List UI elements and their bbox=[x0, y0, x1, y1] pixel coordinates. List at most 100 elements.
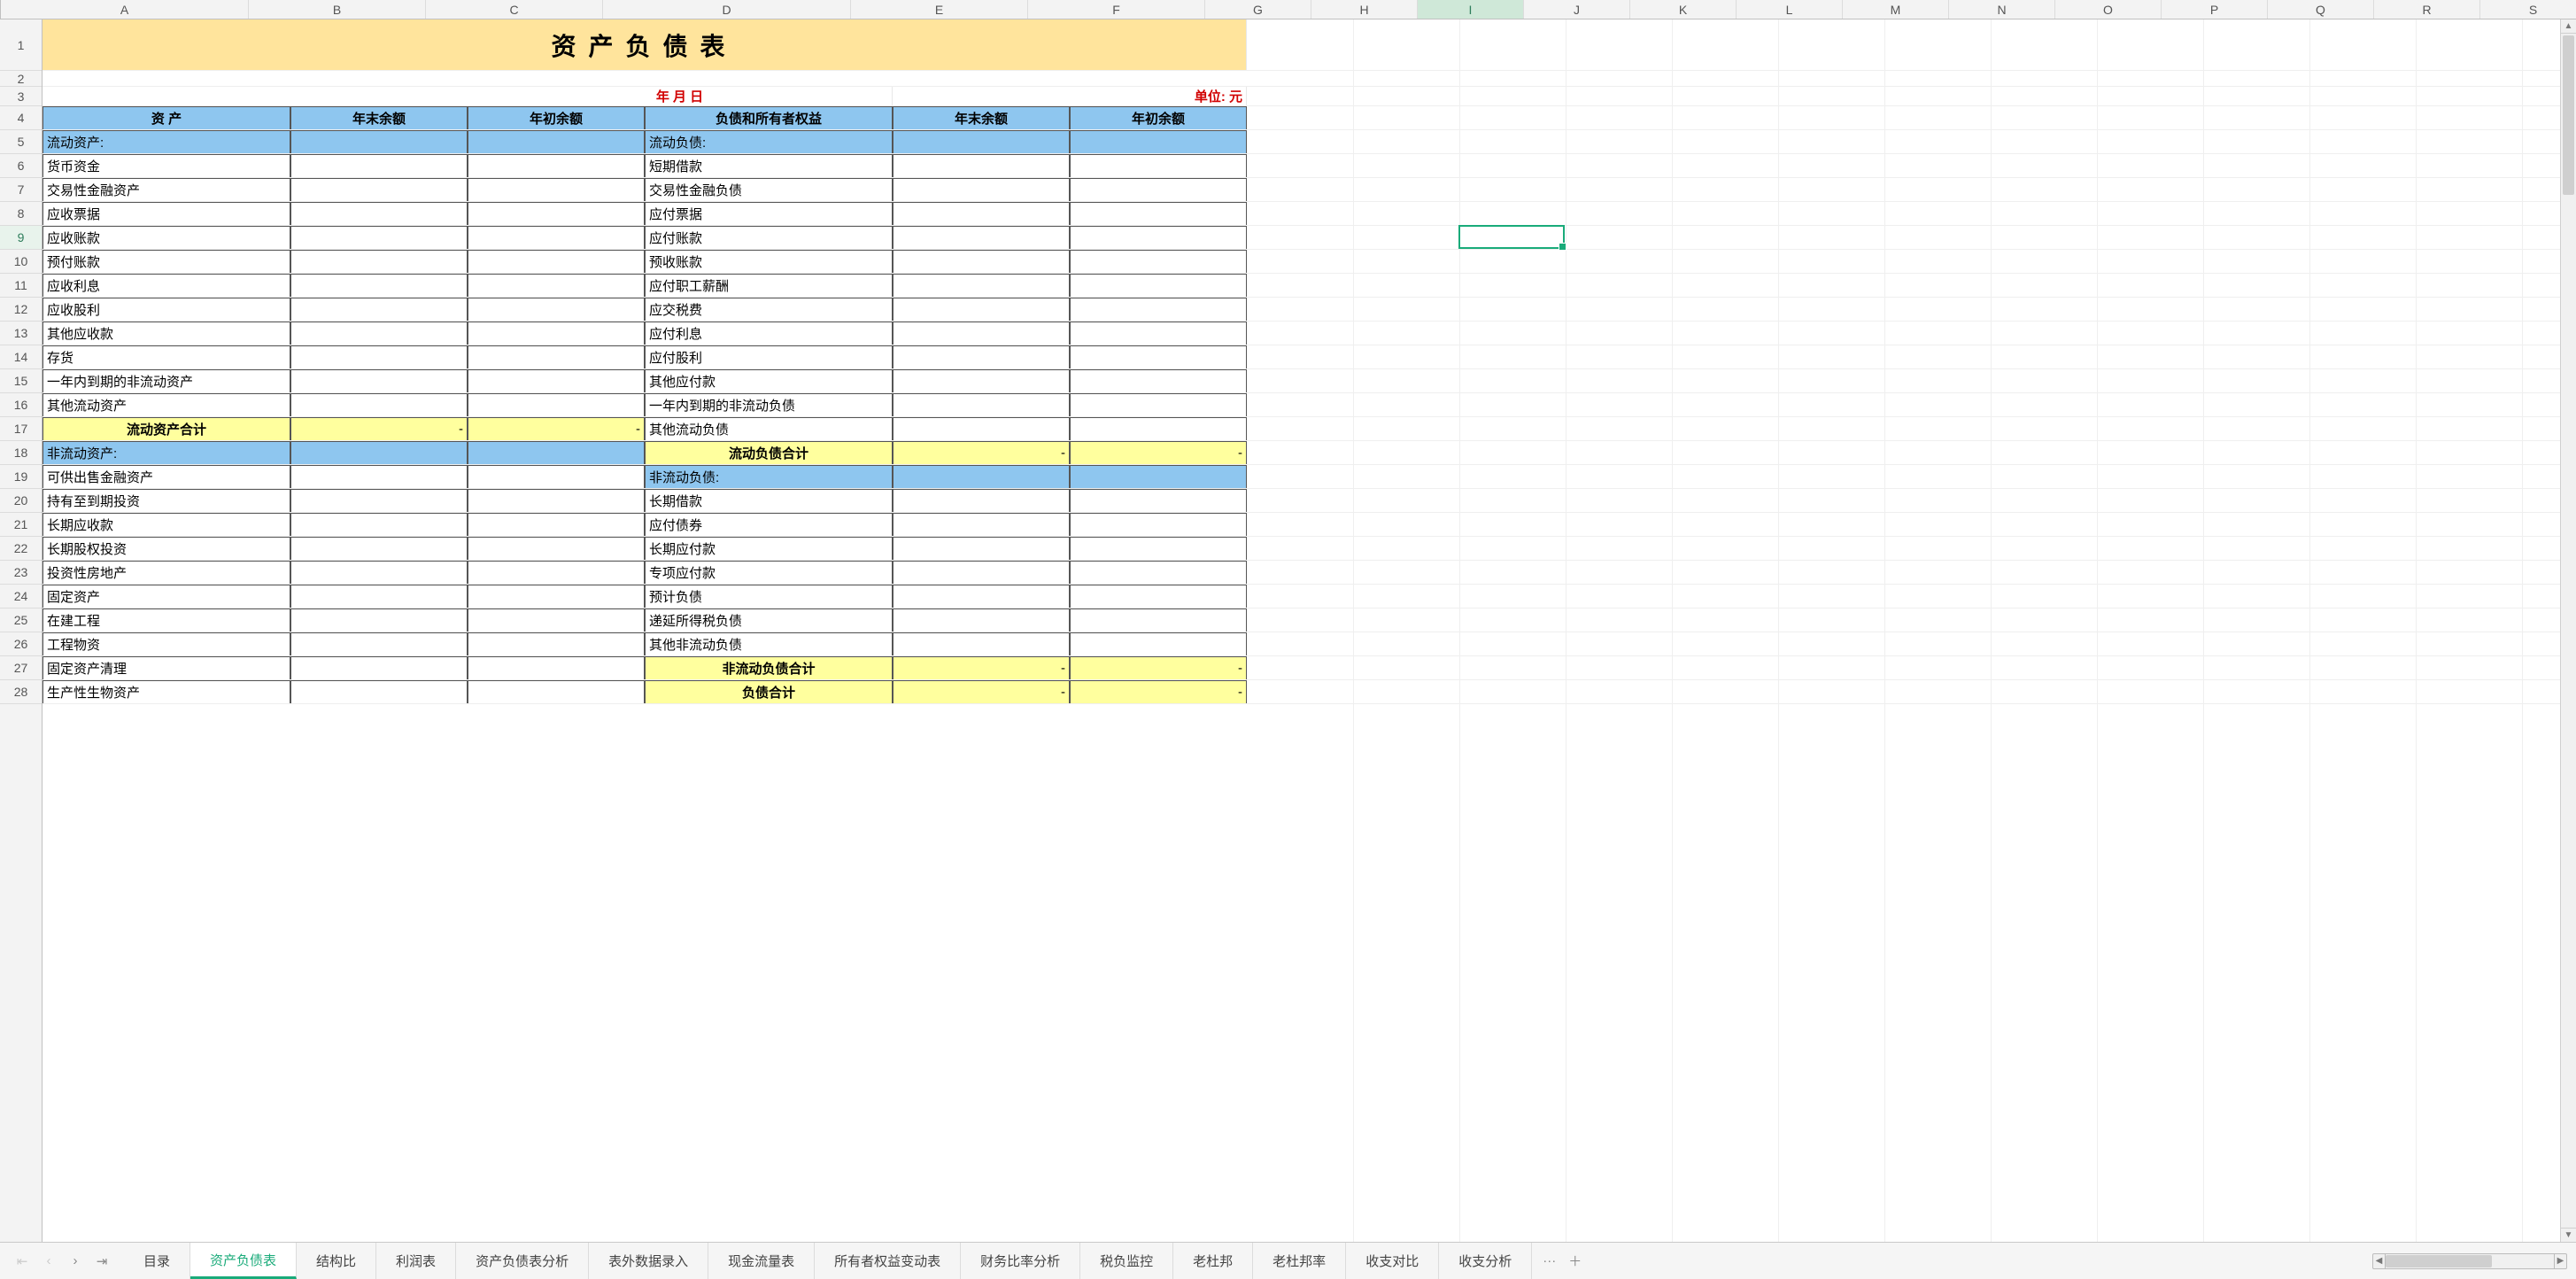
cell-B20[interactable] bbox=[290, 489, 468, 513]
header-liab[interactable]: 负债和所有者权益 bbox=[645, 106, 893, 130]
cell-E22[interactable] bbox=[893, 537, 1070, 561]
cell-A8[interactable]: 应收票据 bbox=[43, 202, 290, 226]
sheet-tab[interactable]: 现金流量表 bbox=[708, 1243, 815, 1279]
cell-A27[interactable]: 固定资产清理 bbox=[43, 656, 290, 680]
cell-B7[interactable] bbox=[290, 178, 468, 202]
cell-B19[interactable] bbox=[290, 465, 468, 489]
row-header-10[interactable]: 10 bbox=[0, 250, 42, 274]
cell-E15[interactable] bbox=[893, 369, 1070, 393]
cell-A24[interactable]: 固定资产 bbox=[43, 585, 290, 608]
cell-D11[interactable]: 应付职工薪酬 bbox=[645, 274, 893, 298]
cell-E28[interactable]: - bbox=[893, 680, 1070, 704]
cell-C12[interactable] bbox=[468, 298, 645, 322]
tab-add-icon[interactable]: ＋ bbox=[1568, 1252, 1582, 1270]
cell-C21[interactable] bbox=[468, 513, 645, 537]
cell-E18[interactable]: - bbox=[893, 441, 1070, 465]
cell-F17[interactable] bbox=[1070, 417, 1247, 441]
cell-E23[interactable] bbox=[893, 561, 1070, 585]
cell-B23[interactable] bbox=[290, 561, 468, 585]
cell-B21[interactable] bbox=[290, 513, 468, 537]
horizontal-scroll-thumb[interactable] bbox=[2386, 1255, 2492, 1267]
cell-C20[interactable] bbox=[468, 489, 645, 513]
cell-C18[interactable] bbox=[468, 441, 645, 465]
row-header-18[interactable]: 18 bbox=[0, 441, 42, 465]
row-header-22[interactable]: 22 bbox=[0, 537, 42, 561]
header-eoy2[interactable]: 年末余额 bbox=[893, 106, 1070, 130]
cell-A23[interactable]: 投资性房地产 bbox=[43, 561, 290, 585]
row-header-16[interactable]: 16 bbox=[0, 393, 42, 417]
column-header-J[interactable]: J bbox=[1524, 0, 1630, 19]
cell-F7[interactable] bbox=[1070, 178, 1247, 202]
cell-B6[interactable] bbox=[290, 154, 468, 178]
cell-A21[interactable]: 长期应收款 bbox=[43, 513, 290, 537]
column-header-I[interactable]: I bbox=[1418, 0, 1524, 19]
cell-D10[interactable]: 预收账款 bbox=[645, 250, 893, 274]
date-label[interactable]: 年 月 日 bbox=[468, 87, 893, 106]
cell-E14[interactable] bbox=[893, 345, 1070, 369]
scroll-right-icon[interactable]: ▶ bbox=[2554, 1254, 2566, 1268]
column-header-F[interactable]: F bbox=[1028, 0, 1205, 19]
cell-A6[interactable]: 货币资金 bbox=[43, 154, 290, 178]
row-header-2[interactable]: 2 bbox=[0, 71, 42, 87]
cell-F5[interactable] bbox=[1070, 130, 1247, 154]
scroll-down-icon[interactable]: ▼ bbox=[2561, 1228, 2576, 1242]
column-header-H[interactable]: H bbox=[1311, 0, 1418, 19]
cell-D19[interactable]: 非流动负债: bbox=[645, 465, 893, 489]
cell-D7[interactable]: 交易性金融负债 bbox=[645, 178, 893, 202]
header-boy[interactable]: 年初余额 bbox=[468, 106, 645, 130]
cell-D22[interactable]: 长期应付款 bbox=[645, 537, 893, 561]
cell-E17[interactable] bbox=[893, 417, 1070, 441]
cell-B12[interactable] bbox=[290, 298, 468, 322]
cell-C8[interactable] bbox=[468, 202, 645, 226]
cell-F6[interactable] bbox=[1070, 154, 1247, 178]
row-header-8[interactable]: 8 bbox=[0, 202, 42, 226]
cell-E9[interactable] bbox=[893, 226, 1070, 250]
unit-label[interactable]: 单位: 元 bbox=[1070, 87, 1247, 106]
cell-A18[interactable]: 非流动资产: bbox=[43, 441, 290, 465]
row-header-26[interactable]: 26 bbox=[0, 632, 42, 656]
row-header-5[interactable]: 5 bbox=[0, 130, 42, 154]
cell-C27[interactable] bbox=[468, 656, 645, 680]
cell-F21[interactable] bbox=[1070, 513, 1247, 537]
column-header-B[interactable]: B bbox=[249, 0, 426, 19]
column-header-A[interactable]: A bbox=[1, 0, 249, 19]
cell-D20[interactable]: 长期借款 bbox=[645, 489, 893, 513]
cell-C26[interactable] bbox=[468, 632, 645, 656]
cell-F8[interactable] bbox=[1070, 202, 1247, 226]
tab-prev-icon[interactable]: ‹ bbox=[39, 1252, 58, 1271]
row-header-6[interactable]: 6 bbox=[0, 154, 42, 178]
tab-first-icon[interactable]: ⇤ bbox=[12, 1252, 32, 1271]
row-header-1[interactable]: 1 bbox=[0, 19, 42, 71]
cell-F26[interactable] bbox=[1070, 632, 1247, 656]
cell-F24[interactable] bbox=[1070, 585, 1247, 608]
cell-E8[interactable] bbox=[893, 202, 1070, 226]
cell-B25[interactable] bbox=[290, 608, 468, 632]
sheet-tab[interactable]: 资产负债表 bbox=[190, 1243, 297, 1279]
row-header-24[interactable]: 24 bbox=[0, 585, 42, 608]
cell-F16[interactable] bbox=[1070, 393, 1247, 417]
scroll-left-icon[interactable]: ◀ bbox=[2373, 1254, 2386, 1268]
cell-F19[interactable] bbox=[1070, 465, 1247, 489]
cell-B16[interactable] bbox=[290, 393, 468, 417]
column-header-L[interactable]: L bbox=[1737, 0, 1843, 19]
sheet-tab[interactable]: 目录 bbox=[124, 1243, 190, 1279]
cell-D12[interactable]: 应交税费 bbox=[645, 298, 893, 322]
cell-A19[interactable]: 可供出售金融资产 bbox=[43, 465, 290, 489]
cell-F12[interactable] bbox=[1070, 298, 1247, 322]
cell-F25[interactable] bbox=[1070, 608, 1247, 632]
cell-A7[interactable]: 交易性金融资产 bbox=[43, 178, 290, 202]
cell-D24[interactable]: 预计负债 bbox=[645, 585, 893, 608]
cell-C11[interactable] bbox=[468, 274, 645, 298]
row-header-3[interactable]: 3 bbox=[0, 87, 42, 106]
cell-D28[interactable]: 负债合计 bbox=[645, 680, 893, 704]
cell-D26[interactable]: 其他非流动负债 bbox=[645, 632, 893, 656]
row-header-11[interactable]: 11 bbox=[0, 274, 42, 298]
row-header-7[interactable]: 7 bbox=[0, 178, 42, 202]
cell-F22[interactable] bbox=[1070, 537, 1247, 561]
sheet-tab[interactable]: 资产负债表分析 bbox=[456, 1243, 589, 1279]
cell-A9[interactable]: 应收账款 bbox=[43, 226, 290, 250]
cell-A26[interactable]: 工程物资 bbox=[43, 632, 290, 656]
row-header-15[interactable]: 15 bbox=[0, 369, 42, 393]
row-header-19[interactable]: 19 bbox=[0, 465, 42, 489]
sheet-tab[interactable]: 结构比 bbox=[297, 1243, 376, 1279]
